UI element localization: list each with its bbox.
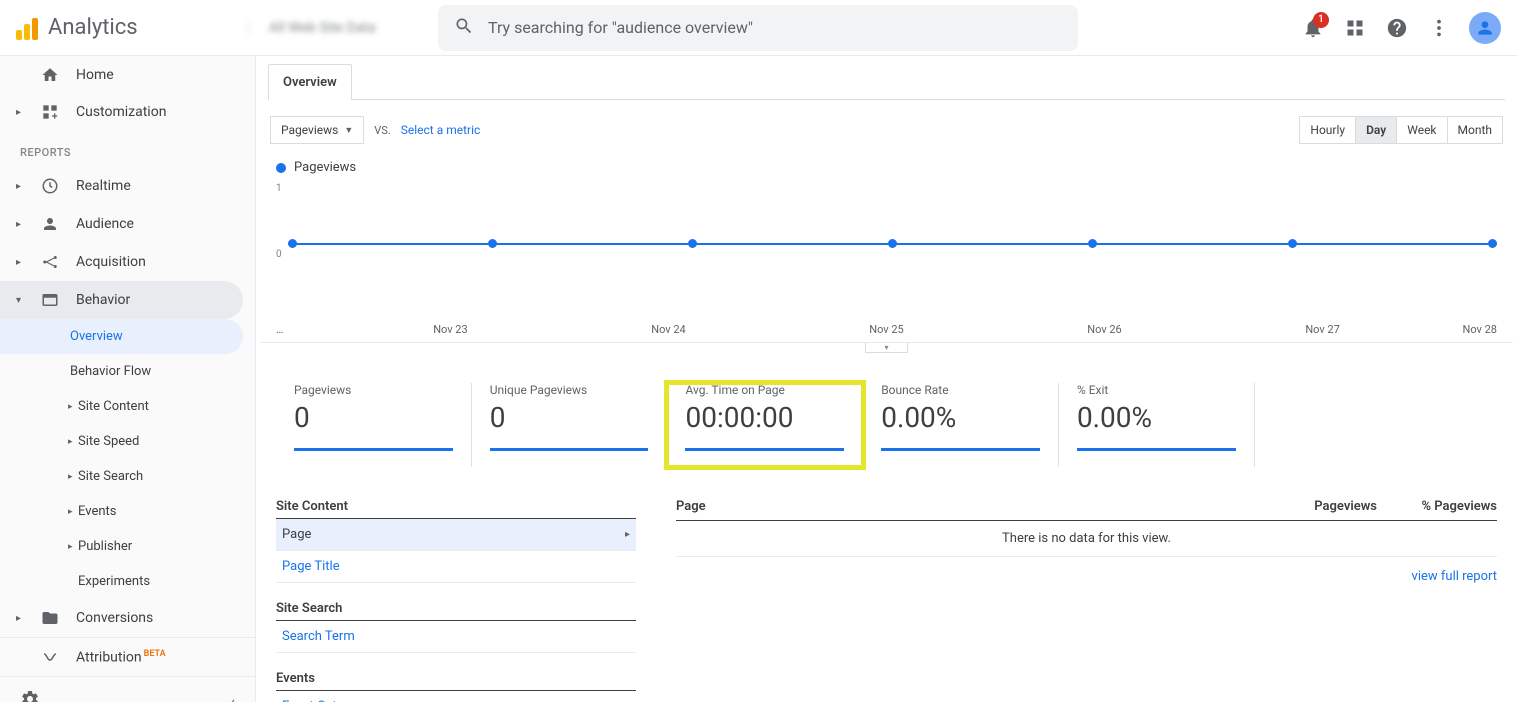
sidebar-item-label: Acquisition <box>76 254 146 270</box>
sidebar-sub-site-search[interactable]: Site Search <box>0 459 255 494</box>
metric-bounce-rate[interactable]: Bounce Rate 0.00% <box>863 383 1059 467</box>
col-page[interactable]: Page <box>676 499 1257 514</box>
sidebar-item-conversions[interactable]: ▸ Conversions <box>0 599 255 637</box>
attribution-icon <box>40 648 60 666</box>
metrics-row: Pageviews 0 Unique Pageviews 0 Avg. Time… <box>260 353 1513 479</box>
sidebar: Home ▸ Customization REPORTS ▸ Realtime … <box>0 56 256 702</box>
sidebar-item-label: Audience <box>76 216 134 232</box>
help-icon[interactable] <box>1385 16 1409 40</box>
chart-legend: Pageviews <box>260 156 1513 183</box>
col-pageviews[interactable]: Pageviews <box>1257 499 1377 514</box>
expand-icon: ▾ <box>16 295 24 306</box>
clock-icon <box>40 177 60 195</box>
sidebar-sub-publisher[interactable]: Publisher <box>0 529 255 564</box>
chart-area: 1 0 <box>276 183 1497 323</box>
sidebar-sub-site-speed[interactable]: Site Speed <box>0 424 255 459</box>
sidebar-item-realtime[interactable]: ▸ Realtime <box>0 167 255 205</box>
app-name: Analytics <box>48 15 138 40</box>
metric-exit[interactable]: % Exit 0.00% <box>1059 383 1255 467</box>
expand-icon: ▸ <box>16 181 24 192</box>
notifications-icon[interactable]: 1 <box>1301 16 1325 40</box>
sidebar-item-customization[interactable]: ▸ Customization <box>0 94 255 130</box>
dim-site-content-title: Site Content <box>276 499 636 519</box>
behavior-icon <box>40 291 60 309</box>
dim-page-title[interactable]: Page Title <box>276 551 636 583</box>
granularity-toggle: Hourly Day Week Month <box>1299 116 1503 144</box>
sidebar-item-audience[interactable]: ▸ Audience <box>0 205 255 243</box>
sidebar-sub-experiments[interactable]: Experiments <box>0 564 255 599</box>
expand-icon: ▸ <box>16 219 24 230</box>
analytics-logo-icon <box>16 16 40 40</box>
legend-dot-icon <box>276 163 286 173</box>
sidebar-item-label: Realtime <box>76 178 131 194</box>
dim-events-title: Events <box>276 671 636 691</box>
expand-icon: ▸ <box>16 257 24 268</box>
gran-day[interactable]: Day <box>1356 117 1397 143</box>
no-data-message: There is no data for this view. <box>676 521 1497 557</box>
sidebar-item-label: Behavior <box>76 292 130 308</box>
chevron-down-icon: ▼ <box>344 125 353 136</box>
chevron-right-icon: ▸ <box>625 529 630 540</box>
search-icon <box>454 16 474 40</box>
dim-site-search-title: Site Search <box>276 601 636 621</box>
expand-icon: ▸ <box>16 107 24 118</box>
tab-overview[interactable]: Overview <box>268 64 352 100</box>
dim-page[interactable]: Page▸ <box>276 519 636 551</box>
sidebar-item-acquisition[interactable]: ▸ Acquisition <box>0 243 255 281</box>
gran-month[interactable]: Month <box>1448 117 1502 143</box>
main-content: Overview Pageviews ▼ VS. Select a metric… <box>256 56 1517 702</box>
property-info[interactable]: All Web Site Data <box>248 20 418 36</box>
customization-icon <box>40 104 60 120</box>
reports-header: REPORTS <box>0 130 255 167</box>
sidebar-item-label: Home <box>76 67 114 83</box>
home-icon <box>40 66 60 84</box>
sidebar-sub-behavior-flow[interactable]: Behavior Flow <box>0 354 255 389</box>
dimension-panel: Site Content Page▸ Page Title Site Searc… <box>276 499 636 702</box>
metric-pageviews[interactable]: Pageviews 0 <box>276 383 472 467</box>
notification-badge: 1 <box>1313 12 1329 28</box>
sidebar-item-behavior[interactable]: ▾ Behavior <box>0 281 243 319</box>
gran-week[interactable]: Week <box>1397 117 1447 143</box>
acquisition-icon <box>40 253 60 271</box>
tab-bar: Overview <box>268 64 1505 100</box>
sidebar-sub-overview[interactable]: Overview <box>0 319 243 354</box>
logo-section[interactable]: Analytics <box>16 15 248 40</box>
vs-label: VS. <box>374 124 390 137</box>
person-icon <box>40 215 60 233</box>
view-full-report-link[interactable]: view full report <box>1412 569 1497 584</box>
sidebar-sub-events[interactable]: Events <box>0 494 255 529</box>
sidebar-item-home[interactable]: Home <box>0 56 255 94</box>
menu-dots-icon[interactable] <box>1427 16 1451 40</box>
collapse-sidebar-icon[interactable]: ‹ <box>230 692 235 702</box>
app-header: Analytics All Web Site Data 1 <box>0 0 1517 56</box>
folder-icon <box>40 609 60 627</box>
sidebar-item-attribution[interactable]: AttributionBETA <box>0 638 255 676</box>
expand-chart-handle[interactable]: ▾ <box>865 343 907 353</box>
metric-dropdown[interactable]: Pageviews ▼ <box>270 116 364 144</box>
avatar[interactable] <box>1469 12 1501 44</box>
dim-event-category[interactable]: Event Category <box>276 691 636 702</box>
chart-x-axis: … Nov 23 Nov 24 Nov 25 Nov 26 Nov 27 Nov… <box>260 323 1513 343</box>
metric-avg-time[interactable]: Avg. Time on Page 00:00:00 <box>667 383 863 467</box>
gear-icon[interactable] <box>20 689 40 702</box>
search-bar[interactable] <box>438 5 1078 51</box>
sidebar-item-label: Customization <box>76 104 166 120</box>
sidebar-item-label: Conversions <box>76 610 153 626</box>
search-input[interactable] <box>488 18 1062 37</box>
gran-hourly[interactable]: Hourly <box>1300 117 1356 143</box>
metric-unique-pageviews[interactable]: Unique Pageviews 0 <box>472 383 668 467</box>
select-metric-link[interactable]: Select a metric <box>401 123 481 137</box>
sidebar-sub-site-content[interactable]: Site Content <box>0 389 255 424</box>
expand-icon: ▸ <box>16 613 24 624</box>
apps-icon[interactable] <box>1343 16 1367 40</box>
dim-search-term[interactable]: Search Term <box>276 621 636 653</box>
col-pct-pageviews[interactable]: % Pageviews <box>1377 499 1497 514</box>
data-table: Page Pageviews % Pageviews There is no d… <box>676 499 1497 702</box>
